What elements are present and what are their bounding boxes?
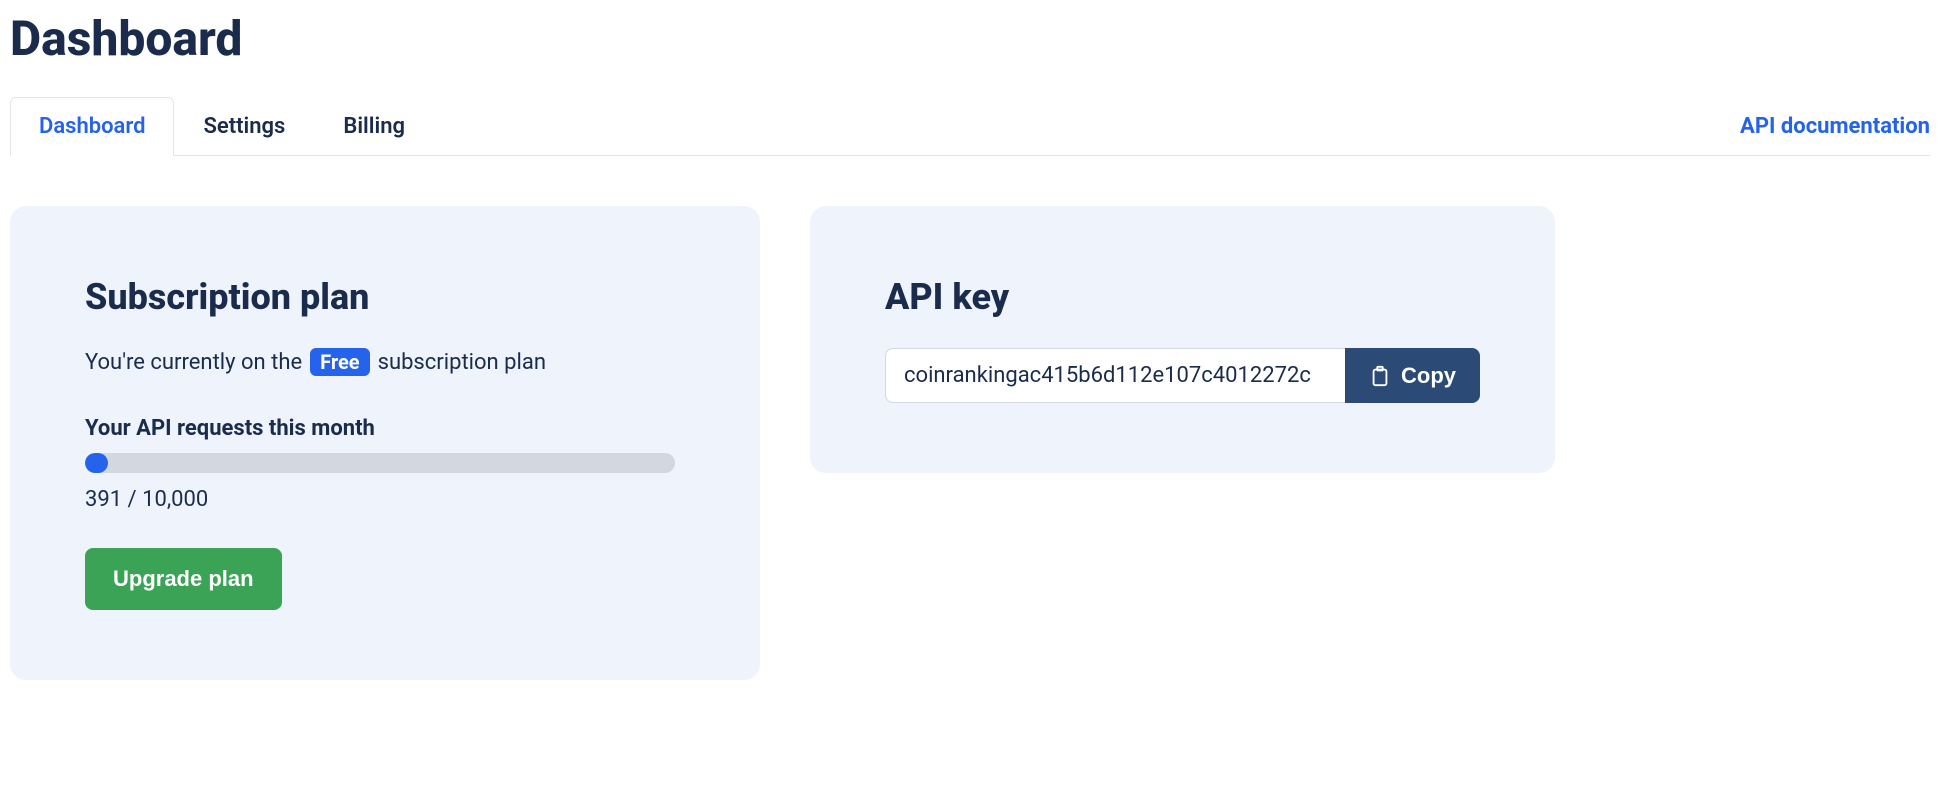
- usage-progress-fill: [85, 453, 108, 473]
- page-title: Dashboard: [10, 10, 1930, 67]
- cards-row: Subscription plan You're currently on th…: [10, 206, 1930, 680]
- clipboard-icon: [1369, 365, 1391, 387]
- api-key-card-title: API key: [885, 276, 1480, 318]
- tab-bar: Dashboard Settings Billing API documenta…: [10, 97, 1930, 156]
- subscription-plan-card: Subscription plan You're currently on th…: [10, 206, 760, 680]
- plan-badge: Free: [310, 348, 369, 376]
- tab-dashboard[interactable]: Dashboard: [10, 97, 174, 156]
- api-key-input[interactable]: [885, 348, 1345, 403]
- usage-progress-bar: [85, 453, 675, 473]
- api-key-card: API key Copy: [810, 206, 1555, 473]
- usage-text: 391 / 10,000: [85, 487, 685, 512]
- api-key-row: Copy: [885, 348, 1480, 403]
- copy-button-label: Copy: [1401, 363, 1456, 389]
- subscription-card-title: Subscription plan: [85, 276, 685, 318]
- copy-button[interactable]: Copy: [1345, 348, 1480, 403]
- api-documentation-link[interactable]: API documentation: [1740, 98, 1930, 155]
- upgrade-plan-button[interactable]: Upgrade plan: [85, 548, 282, 610]
- plan-prefix-text: You're currently on the: [85, 350, 302, 375]
- tab-billing[interactable]: Billing: [314, 97, 434, 155]
- tab-settings[interactable]: Settings: [174, 97, 314, 155]
- plan-description: You're currently on the Free subscriptio…: [85, 348, 685, 376]
- plan-suffix-text: subscription plan: [378, 350, 546, 375]
- usage-label: Your API requests this month: [85, 416, 685, 441]
